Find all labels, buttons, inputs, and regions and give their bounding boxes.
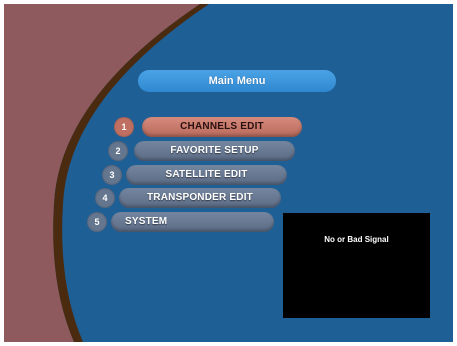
menu-item-label: CHANNELS EDIT bbox=[142, 117, 302, 137]
video-preview-window: No or Bad Signal bbox=[283, 213, 430, 318]
menu-item-label: FAVORITE SETUP bbox=[134, 141, 295, 161]
menu-item-number: 5 bbox=[87, 212, 107, 232]
menu-item-satellite-edit[interactable]: 3 SATELLITE EDIT bbox=[102, 165, 287, 185]
menu-item-number: 1 bbox=[114, 117, 134, 137]
menu-item-number: 4 bbox=[95, 188, 115, 208]
menu-item-number: 3 bbox=[102, 165, 122, 185]
menu-item-number: 2 bbox=[108, 141, 128, 161]
menu-item-channels-edit[interactable]: 1 CHANNELS EDIT bbox=[114, 117, 302, 137]
menu-item-label: TRANSPONDER EDIT bbox=[119, 188, 281, 208]
main-menu-title: Main Menu bbox=[138, 70, 336, 92]
menu-item-label: SATELLITE EDIT bbox=[126, 165, 287, 185]
menu-item-transponder-edit[interactable]: 4 TRANSPONDER EDIT bbox=[95, 188, 281, 208]
menu-item-label: SYSTEM bbox=[111, 212, 274, 232]
menu-item-favorite-setup[interactable]: 2 FAVORITE SETUP bbox=[108, 141, 295, 161]
tv-screen: Main Menu 1 CHANNELS EDIT 2 FAVORITE SET… bbox=[4, 4, 453, 342]
signal-status-message: No or Bad Signal bbox=[324, 235, 389, 244]
menu-item-system[interactable]: 5 SYSTEM bbox=[87, 212, 274, 232]
